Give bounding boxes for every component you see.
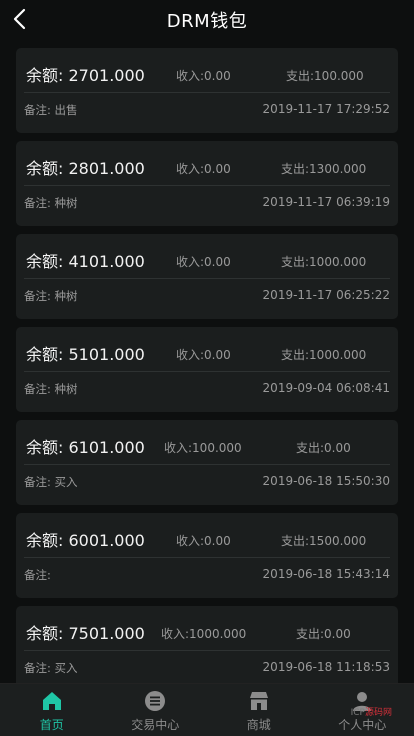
divider [24, 185, 390, 186]
page-title: DRM钱包 [166, 11, 248, 32]
record-card[interactable]: 余额: 7501.000 收入:1000.000 支出:0.00 备注: 买入 … [16, 606, 398, 691]
timestamp: 2019-06-18 15:50:30 [262, 474, 390, 488]
timestamp: 2019-11-17 17:29:52 [262, 102, 390, 116]
timestamp: 2019-06-18 11:18:53 [262, 660, 390, 674]
note: 备注: 买入 [24, 475, 78, 489]
balance: 余额: 7501.000 [26, 624, 145, 643]
balance: 余额: 6001.000 [26, 531, 145, 550]
record-card[interactable]: 余额: 2701.000 收入:0.00 支出:100.000 备注: 出售 2… [16, 48, 398, 133]
record-list: 余额: 2701.000 收入:0.00 支出:100.000 备注: 出售 2… [16, 48, 398, 699]
home-icon [40, 689, 64, 713]
income: 收入:0.00 [176, 69, 231, 83]
income: 收入:1000.000 [161, 627, 247, 641]
balance: 余额: 4101.000 [26, 252, 145, 271]
record-card[interactable]: 余额: 6101.000 收入:100.000 支出:0.00 备注: 买入 2… [16, 420, 398, 505]
timestamp: 2019-06-18 15:43:14 [262, 567, 390, 581]
income: 收入:0.00 [176, 162, 231, 176]
balance: 余额: 2801.000 [26, 159, 145, 178]
record-card[interactable]: 余额: 6001.000 收入:0.00 支出:1500.000 备注: 201… [16, 513, 398, 598]
record-card[interactable]: 余额: 4101.000 收入:0.00 支出:1000.000 备注: 种树 … [16, 234, 398, 319]
expense: 支出:1500.000 [281, 534, 367, 548]
income: 收入:0.00 [176, 534, 231, 548]
watermark: ICP源码网 [350, 708, 392, 718]
expense: 支出:0.00 [296, 627, 351, 641]
income: 收入:100.000 [164, 441, 242, 455]
income: 收入:0.00 [176, 255, 231, 269]
tab-shop[interactable]: 商城 [207, 684, 311, 736]
divider [24, 278, 390, 279]
timestamp: 2019-11-17 06:25:22 [262, 288, 390, 302]
note: 备注: [24, 568, 51, 582]
list-icon [143, 689, 167, 713]
back-button[interactable] [6, 6, 32, 32]
balance: 余额: 5101.000 [26, 345, 145, 364]
note: 备注: 种树 [24, 196, 78, 210]
tab-home[interactable]: 首页 [0, 684, 104, 736]
tab-trade-center[interactable]: 交易中心 [104, 684, 208, 736]
tab-label: 首页 [39, 718, 64, 732]
chevron-left-icon [13, 8, 26, 30]
note: 备注: 出售 [24, 103, 78, 117]
expense: 支出:1300.000 [281, 162, 367, 176]
divider [24, 371, 390, 372]
divider [24, 650, 390, 651]
balance: 余额: 2701.000 [26, 66, 145, 85]
note: 备注: 种树 [24, 289, 78, 303]
divider [24, 557, 390, 558]
tab-label: 交易中心 [131, 718, 180, 732]
header: DRM钱包 [0, 0, 414, 40]
note: 备注: 种树 [24, 382, 78, 396]
tab-label: 个人中心 [338, 718, 387, 732]
expense: 支出:100.000 [286, 69, 364, 83]
income: 收入:0.00 [176, 348, 231, 362]
timestamp: 2019-11-17 06:39:19 [262, 195, 390, 209]
expense: 支出:1000.000 [281, 255, 367, 269]
divider [24, 92, 390, 93]
timestamp: 2019-09-04 06:08:41 [262, 381, 390, 395]
record-card[interactable]: 余额: 2801.000 收入:0.00 支出:1300.000 备注: 种树 … [16, 141, 398, 226]
divider [24, 464, 390, 465]
record-card[interactable]: 余额: 5101.000 收入:0.00 支出:1000.000 备注: 种树 … [16, 327, 398, 412]
expense: 支出:1000.000 [281, 348, 367, 362]
balance: 余额: 6101.000 [26, 438, 145, 457]
note: 备注: 买入 [24, 661, 78, 675]
expense: 支出:0.00 [296, 441, 351, 455]
shop-icon [247, 689, 271, 713]
tab-label: 商城 [246, 718, 271, 732]
